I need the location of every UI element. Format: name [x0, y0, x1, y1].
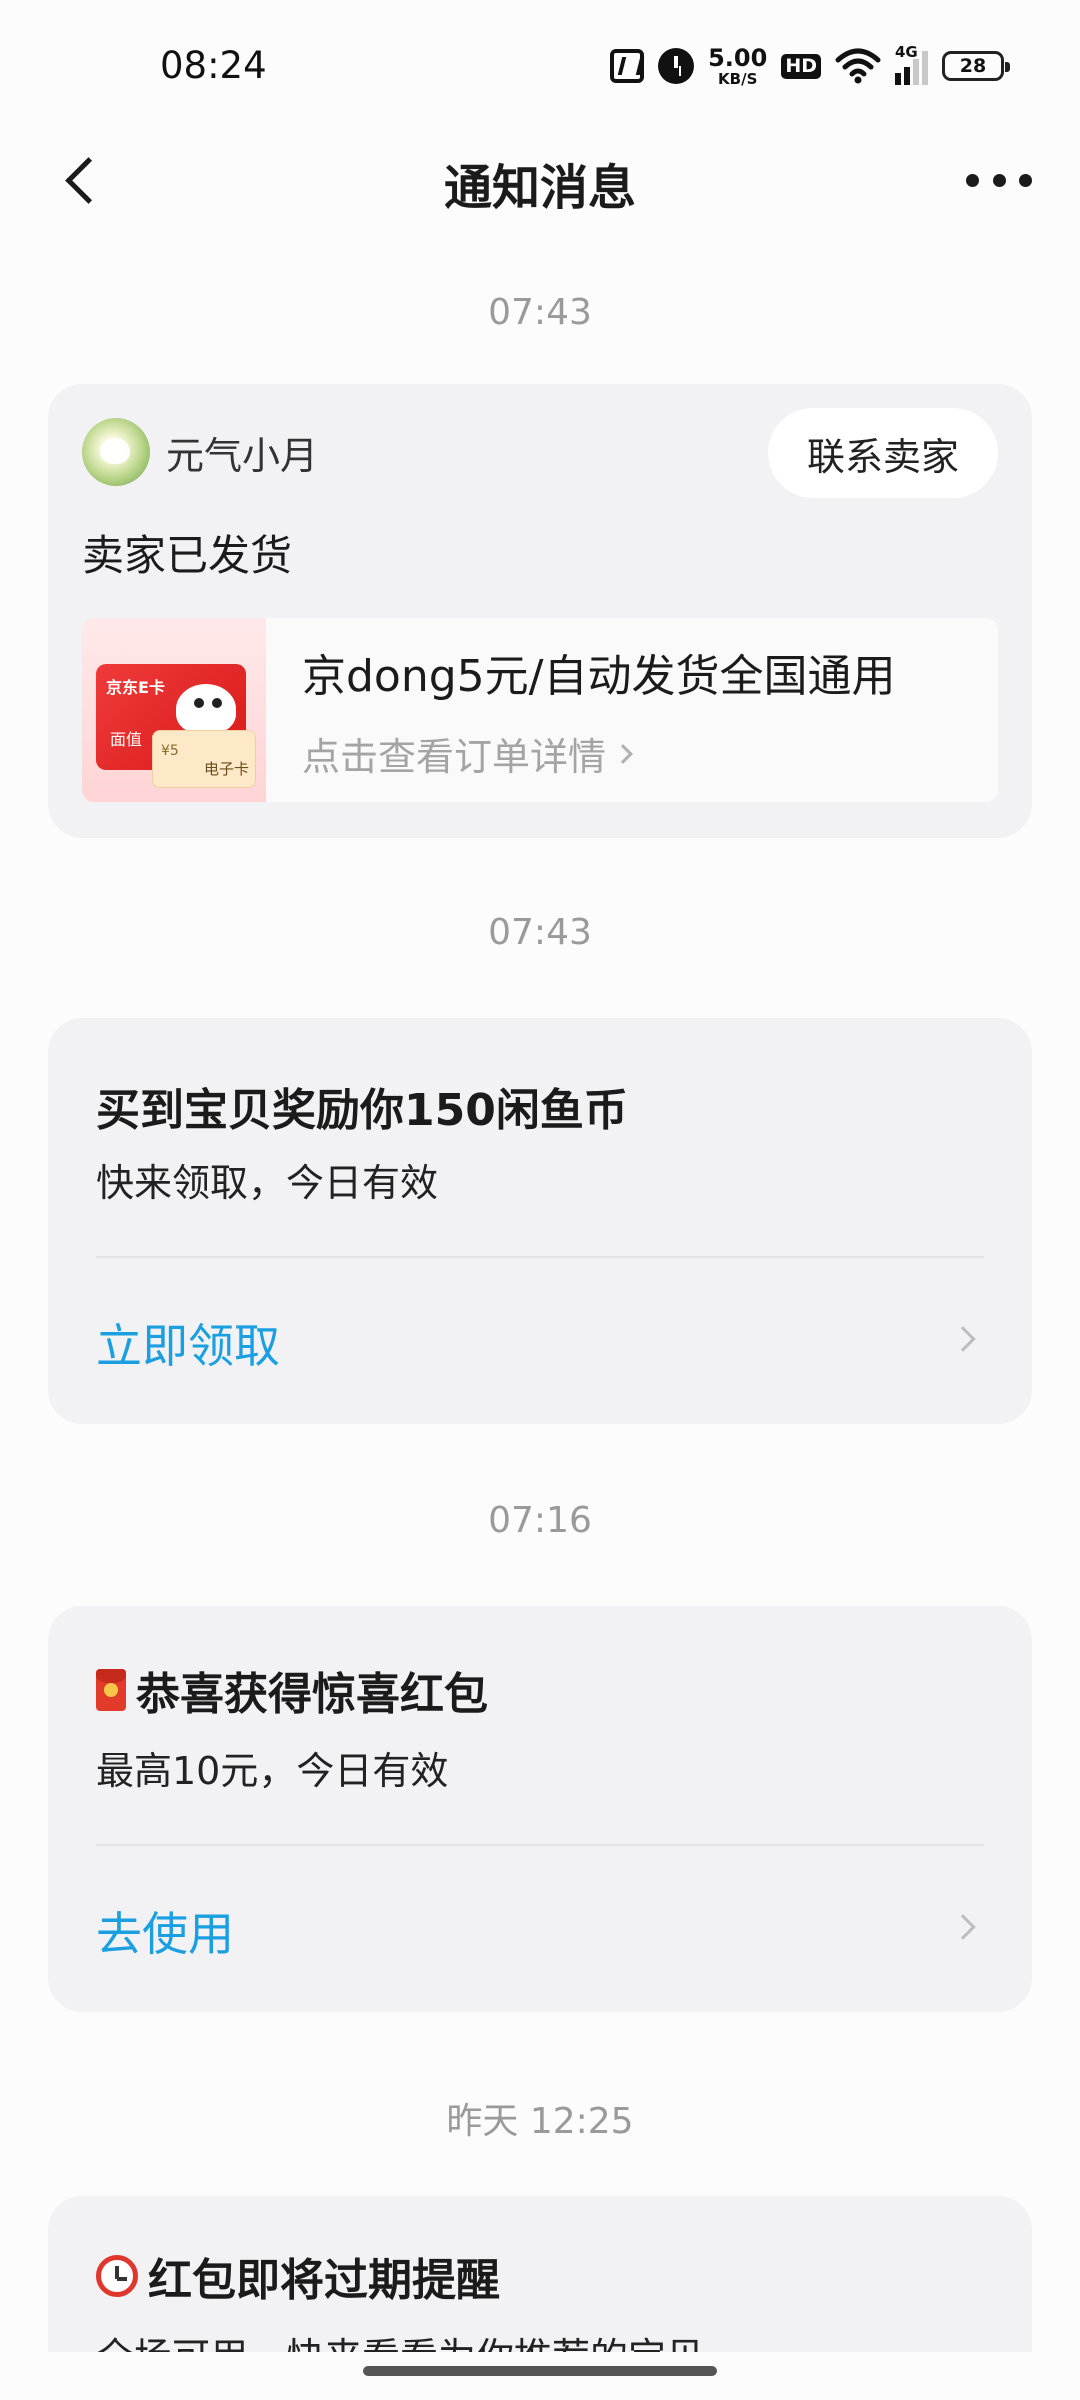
signal-icon: 4G [895, 43, 928, 85]
notification-title: 买到宝贝奖励你150闲鱼币 [96, 1085, 628, 1136]
wifi-icon [835, 48, 881, 84]
timestamp: 07:43 [488, 912, 592, 953]
jd-dog-logo [176, 684, 236, 734]
battery-icon: 28 [942, 51, 1010, 81]
chevron-right-icon [613, 743, 633, 764]
use-now-link[interactable]: 去使用 [96, 1898, 234, 1964]
order-summary[interactable]: 京东E卡 面值 ¥5 电子卡 京dong5元/自动发货全国通用 点击查看订单详情 [82, 618, 998, 802]
red-packet-notification-card[interactable]: 恭喜获得惊喜红包 最高10元，今日有效 去使用 [48, 1606, 1032, 2012]
order-details-link-label[interactable]: 点击查看订单详情 [302, 726, 606, 781]
divider [96, 1256, 984, 1258]
home-indicator[interactable] [363, 2366, 717, 2376]
battery-level: 28 [959, 55, 987, 77]
timestamp: 07:43 [488, 292, 592, 333]
red-packet-icon [96, 1669, 126, 1711]
more-icon[interactable] [966, 160, 1032, 200]
page-title: 通知消息 [443, 160, 636, 216]
divider [96, 1844, 984, 1846]
network-speed-value: 5.00 [708, 43, 768, 72]
notification-title-row: 红包即将过期提醒 [96, 2244, 500, 2308]
notification-title: 恭喜获得惊喜红包 [136, 1669, 488, 1720]
nfc-icon [610, 49, 645, 83]
notification-subtitle: 最高10元，今日有效 [96, 1749, 449, 1793]
notification-title: 红包即将过期提醒 [148, 2255, 500, 2306]
order-details-link[interactable]: 点击查看订单详情 [302, 726, 633, 781]
status-bar: 08:24 5.00 KB/S HD 4G 28 [0, 0, 1080, 130]
header: 通知消息 [0, 130, 1080, 230]
notification-title: 卖家已发货 [82, 531, 293, 580]
hd-icon: HD [781, 53, 821, 79]
alarm-clock-icon [96, 2255, 138, 2297]
seller-name[interactable]: 元气小月 [166, 425, 318, 480]
contact-seller-button[interactable]: 联系卖家 [768, 408, 998, 498]
gift-card-image: ¥5 电子卡 [152, 730, 256, 788]
shipping-notification-card[interactable]: 元气小月 联系卖家 卖家已发货 京东E卡 面值 ¥5 电子卡 京dong5元/自… [48, 384, 1032, 838]
network-speed: 5.00 KB/S [708, 46, 767, 87]
network-type-label: 4G [895, 43, 918, 61]
seller-row[interactable]: 元气小月 [82, 418, 318, 486]
status-icons: 5.00 KB/S HD 4G 28 [610, 43, 1010, 88]
alarm-icon [658, 48, 695, 84]
reward-notification-card[interactable]: 买到宝贝奖励你150闲鱼币 快来领取，今日有效 立即领取 [48, 1018, 1032, 1424]
claim-now-link[interactable]: 立即领取 [96, 1310, 280, 1376]
product-title: 京dong5元/自动发货全国通用 [302, 651, 896, 702]
bottom-safe-area [0, 2352, 1080, 2400]
network-speed-unit: KB/S [718, 69, 758, 88]
timestamp: 07:16 [488, 1500, 592, 1541]
timestamp: 昨天 12:25 [446, 2101, 634, 2142]
product-thumbnail: 京东E卡 面值 ¥5 电子卡 [82, 618, 266, 802]
notification-subtitle: 快来领取，今日有效 [96, 1161, 439, 1205]
chevron-right-icon [950, 1326, 976, 1352]
status-time: 08:24 [160, 44, 267, 87]
notification-title-row: 恭喜获得惊喜红包 [96, 1658, 488, 1722]
avatar[interactable] [82, 418, 150, 486]
chevron-right-icon [950, 1914, 976, 1940]
